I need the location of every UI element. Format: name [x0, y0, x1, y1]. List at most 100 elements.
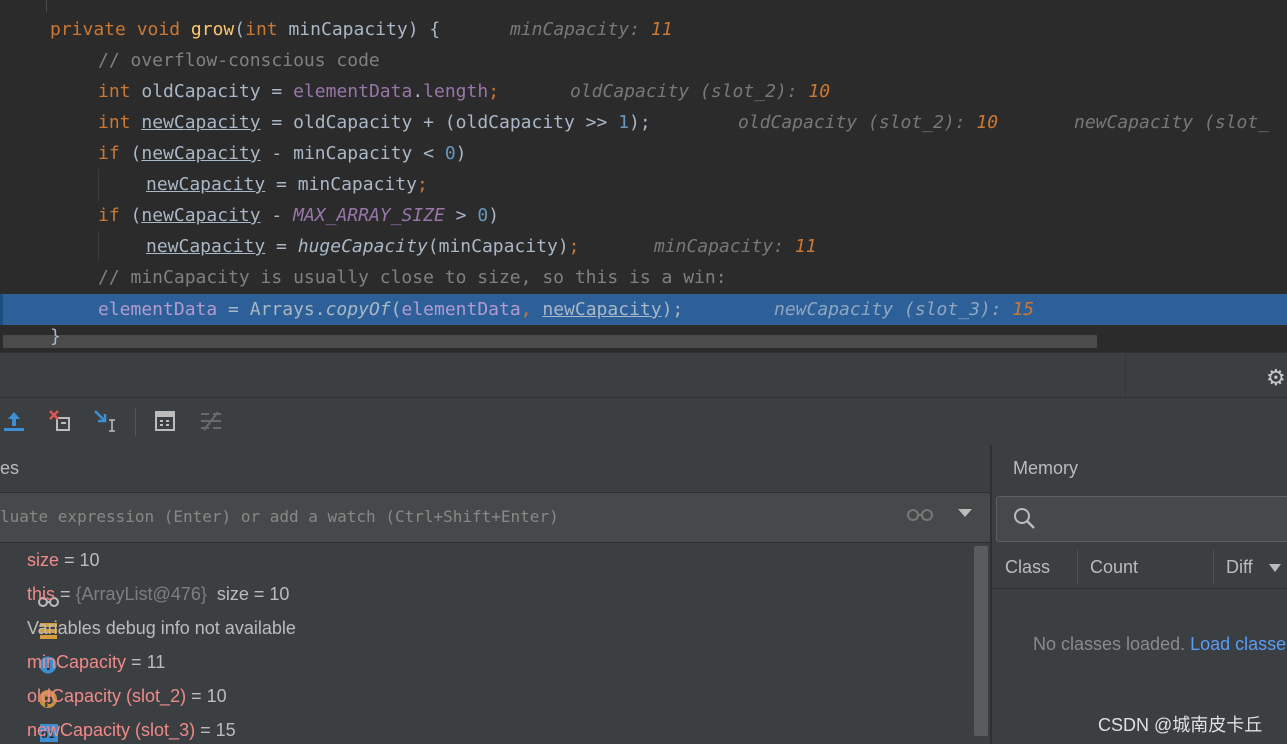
variable-value: size = 10: [206, 584, 290, 604]
code-line-8[interactable]: newCapacity = hugeCapacity(minCapacity);…: [0, 231, 1287, 262]
code-line-1[interactable]: private void grow(int minCapacity) { min…: [0, 14, 1287, 45]
gear-icon[interactable]: ⚙: [1266, 365, 1286, 391]
field-name: elementData: [293, 81, 413, 102]
keyword: int: [98, 112, 131, 133]
keyword: if: [98, 143, 120, 164]
horizontal-scrollbar[interactable]: [3, 335, 1097, 348]
evaluate-expression-input[interactable]: luate expression (Enter) or add a watch …: [0, 493, 990, 543]
code-editor[interactable]: private void grow(int minCapacity) { min…: [0, 0, 1287, 352]
memory-title: Memory: [1013, 458, 1079, 478]
history-dropdown-icon[interactable]: [958, 509, 972, 517]
punctuation: .: [412, 81, 424, 102]
code-line-3[interactable]: int oldCapacity = elementData.length; ol…: [0, 76, 1287, 107]
number-literal: 0: [444, 143, 456, 164]
code-text: -: [260, 205, 294, 226]
indent-guide: [98, 231, 99, 262]
inline-value-hint: minCapacity:: [654, 236, 785, 257]
column-divider[interactable]: [1213, 550, 1214, 584]
load-classes-link[interactable]: Load classe: [1190, 634, 1286, 654]
inline-value-hint: newCapacity (slot_: [1074, 112, 1270, 133]
inline-value: 11: [794, 236, 817, 257]
punctuation: ,: [520, 299, 543, 320]
code-line-4[interactable]: int newCapacity = oldCapacity + (oldCapa…: [0, 107, 1287, 138]
glasses-icon[interactable]: [905, 507, 935, 528]
variable-name: size: [27, 550, 60, 570]
code-line-9[interactable]: // minCapacity is usually close to size,…: [0, 262, 1287, 293]
variable-row[interactable]: p minCapacity = 11: [0, 645, 165, 708]
keyword: void: [136, 19, 181, 40]
object-icon: [0, 584, 58, 639]
current-execution-line[interactable]: elementData = Arrays.copyOf(elementData,…: [0, 294, 1287, 325]
variable-name: newCapacity: [141, 205, 261, 226]
variable-name: oldCapacity: [141, 81, 261, 102]
primitive-icon: 01: [0, 720, 18, 740]
variable-separator: =: [126, 652, 147, 672]
variable-name: newCapacity (slot_3): [27, 720, 196, 740]
code-text: =: [265, 236, 298, 257]
selection-marker: [0, 294, 3, 325]
variable-name: newCapacity: [542, 299, 662, 320]
column-divider[interactable]: [1077, 550, 1078, 584]
code-line-5[interactable]: if (newCapacity - minCapacity < 0): [0, 138, 1287, 169]
primitive-icon: 01: [0, 686, 59, 742]
debug-toolbar: [0, 397, 1287, 446]
column-header-count[interactable]: Count: [1090, 546, 1138, 588]
variable-row[interactable]: 01 oldCapacity (slot_2) = 10: [0, 679, 227, 742]
variable-value: 15: [215, 720, 236, 740]
inline-value-hint: minCapacity:: [510, 19, 641, 40]
code-text: (minCapacity): [427, 236, 569, 257]
inline-value: 10: [808, 81, 831, 102]
punctuation: (: [119, 205, 142, 226]
punctuation: ;: [568, 236, 580, 257]
variable-name: newCapacity: [141, 112, 261, 133]
inline-value-hint: oldCapacity (slot_2):: [570, 81, 798, 102]
inline-value-hint: newCapacity (slot_3):: [774, 299, 1002, 320]
code-comment: // minCapacity is usually close to size,…: [98, 267, 727, 288]
variable-separator: =: [186, 686, 207, 706]
evaluate-placeholder: luate expression (Enter) or add a watch …: [0, 507, 559, 526]
memory-table-header: Class Count Diff: [992, 546, 1287, 589]
code-text: = Arrays.: [217, 299, 326, 320]
punctuation: ;: [416, 174, 428, 195]
variable-row[interactable]: 01 newCapacity (slot_3) = 15: [0, 713, 236, 744]
punctuation: ;: [488, 81, 500, 102]
watermark: CSDN @城南皮卡丘: [1098, 715, 1263, 735]
code-line-6[interactable]: newCapacity = minCapacity;: [0, 169, 1287, 200]
code-text: =: [260, 81, 294, 102]
gutter-divider: [46, 0, 47, 12]
static-method-call: hugeCapacity: [297, 236, 428, 257]
code-line-2[interactable]: // overflow-conscious code: [0, 45, 1287, 76]
run-to-cursor-icon[interactable]: [93, 408, 119, 434]
evaluate-expression-icon[interactable]: [152, 408, 178, 434]
info-icon: [0, 618, 57, 674]
trace-current-stream-icon[interactable]: [198, 408, 224, 434]
drop-frame-icon[interactable]: [47, 408, 73, 434]
toolbar-separator: [135, 408, 136, 436]
object-id: {ArrayList@476}: [75, 584, 207, 604]
variable-value: 10: [206, 686, 227, 706]
inline-value-hint: oldCapacity (slot_2):: [738, 112, 966, 133]
punctuation: ) {: [407, 19, 441, 40]
column-header-class[interactable]: Class: [1005, 546, 1050, 588]
code-comment: // overflow-conscious code: [98, 50, 380, 71]
inline-value: 11: [650, 19, 673, 40]
punctuation: );: [629, 112, 651, 133]
variable-separator: =: [195, 720, 216, 740]
variables-scrollbar[interactable]: [974, 546, 988, 736]
variable-row[interactable]: size = 10: [0, 543, 100, 607]
code-line-7[interactable]: if (newCapacity - MAX_ARRAY_SIZE > 0): [0, 200, 1287, 231]
chevron-down-icon[interactable]: [1269, 564, 1281, 572]
column-header-diff[interactable]: Diff: [1226, 546, 1253, 588]
variable-value: 10: [79, 550, 100, 570]
number-literal: 1: [618, 112, 630, 133]
variable-name: this: [27, 584, 56, 604]
variable-row[interactable]: this = {ArrayList@476} size = 10: [0, 577, 289, 639]
debug-tool-window-header: ⚙: [0, 352, 1287, 398]
header-divider: [1125, 353, 1126, 398]
memory-search-input[interactable]: [996, 496, 1287, 542]
code-text: >: [444, 205, 478, 226]
variables-list: size = 10 this = {ArrayList@476} size = …: [0, 543, 972, 744]
search-icon: [1013, 507, 1037, 536]
step-out-icon[interactable]: [1, 408, 27, 434]
punctuation: ): [488, 205, 500, 226]
